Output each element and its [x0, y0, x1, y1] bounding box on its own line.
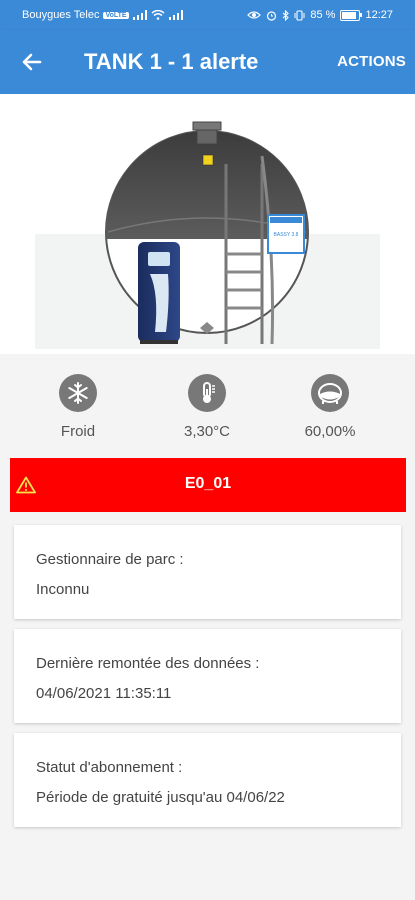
- metric-mode: Froid: [18, 374, 138, 440]
- signal-icon: [132, 10, 147, 20]
- subscription-label: Statut d'abonnement :: [36, 759, 183, 776]
- metric-mode-label: Froid: [60, 423, 96, 440]
- fleet-manager-value: Inconnu: [36, 581, 90, 598]
- metric-temperature-label: 3,30°C: [183, 423, 231, 440]
- tank-level-icon: [311, 374, 349, 412]
- alert-banner[interactable]: E0_01: [10, 458, 406, 512]
- volte-badge: VoLTE: [103, 11, 129, 19]
- subscription-card: Statut d'abonnement : Période de gratuit…: [14, 733, 401, 827]
- last-data-label: Dernière remontée des données :: [36, 655, 260, 672]
- content: BASSY 3.8 Froid 3,30°C 60,00% E0_01 Gest…: [0, 94, 415, 900]
- thermometer-icon: [188, 374, 226, 412]
- fleet-manager-label: Gestionnaire de parc :: [36, 551, 184, 568]
- vibrate-icon: [294, 9, 305, 21]
- status-bar: Bouygues Telec VoLTE 85 % 12:27: [0, 0, 415, 30]
- back-arrow-icon: [22, 53, 42, 71]
- page-title: TANK 1 - 1 alerte: [84, 49, 259, 74]
- signal-icon-2: [168, 10, 183, 20]
- alarm-icon: [267, 10, 277, 21]
- last-data-card: Dernière remontée des données : 04/06/20…: [14, 629, 401, 723]
- tank-illustration: BASSY 3.8: [0, 94, 415, 354]
- plate-text: BASSY 3.8: [274, 232, 299, 238]
- bluetooth-icon: [283, 9, 290, 21]
- battery-percent: 85 %: [310, 9, 336, 21]
- alert-code: E0_01: [184, 475, 232, 492]
- metrics-row: Froid 3,30°C 60,00%: [0, 374, 415, 444]
- tank-image: BASSY 3.8: [35, 121, 380, 349]
- actions-button[interactable]: ACTIONS: [337, 53, 406, 70]
- app-bar: TANK 1 - 1 alerte ACTIONS: [0, 30, 415, 94]
- wifi-icon: [151, 10, 165, 20]
- battery-icon: [340, 9, 363, 21]
- clock: 12:27: [365, 9, 393, 21]
- last-data-value: 04/06/2021 11:35:11: [36, 685, 172, 702]
- metric-temperature: 3,30°C: [147, 374, 267, 440]
- metric-level: 60,00%: [270, 374, 390, 440]
- back-button[interactable]: [16, 46, 48, 78]
- metric-level-label: 60,00%: [304, 423, 356, 440]
- fleet-manager-card: Gestionnaire de parc : Inconnu: [14, 525, 401, 619]
- subscription-value: Période de gratuité jusqu'au 04/06/22: [36, 789, 285, 806]
- snowflake-icon: [59, 374, 97, 412]
- eye-icon: [247, 11, 262, 19]
- carrier-name: Bouygues Telec: [22, 9, 100, 21]
